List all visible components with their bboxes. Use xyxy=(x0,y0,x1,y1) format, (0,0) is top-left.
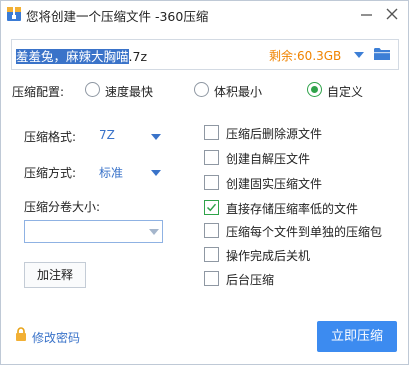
radio-circle-selected xyxy=(307,82,322,97)
archive-path-selected: 羞羞兔，麻辣大胸喵 xyxy=(16,49,129,64)
volume-size-input[interactable] xyxy=(24,220,163,243)
checkbox-background-label: 后台压缩 xyxy=(226,273,275,287)
checkbox-separate-archives-label: 压缩每个文件到单独的压缩包 xyxy=(226,225,383,239)
title-bar: 您将创建一个压缩文件 -360压缩 xyxy=(1,1,408,27)
method-label: 压缩方式: xyxy=(24,166,77,180)
change-password-link[interactable]: 修改密码 xyxy=(32,329,80,346)
radio-fastest-label: 速度最快 xyxy=(105,85,154,99)
compress-now-button[interactable]: 立即压缩 xyxy=(317,321,397,352)
checkbox-shutdown-label: 操作完成后关机 xyxy=(226,249,311,263)
checkbox-box xyxy=(204,175,219,190)
close-icon[interactable] xyxy=(383,5,401,23)
archive-path-extension: .7z xyxy=(128,49,148,64)
folder-icon[interactable] xyxy=(374,47,390,61)
radio-custom-label: 自定义 xyxy=(327,85,364,99)
volume-size-label: 压缩分卷大小: xyxy=(24,200,101,214)
format-select[interactable]: 7Z xyxy=(99,128,115,142)
checkbox-box xyxy=(204,247,219,262)
check-icon xyxy=(206,203,217,212)
radio-circle xyxy=(194,82,209,97)
checkbox-delete-source-label: 压缩后删除源文件 xyxy=(226,127,323,141)
radio-smallest-label: 体积最小 xyxy=(214,85,263,99)
add-comment-button[interactable]: 加注释 xyxy=(24,262,86,288)
compress-dialog: 您将创建一个压缩文件 -360压缩 羞羞兔，麻辣大胸喵.7z 剩余:60.3GB… xyxy=(0,0,409,365)
checkbox-solid-archive-label: 创建固实压缩文件 xyxy=(226,177,323,191)
checkbox-box xyxy=(204,150,219,165)
checkbox-box xyxy=(204,125,219,140)
format-label: 压缩格式: xyxy=(24,130,77,144)
checkbox-box-checked xyxy=(204,200,219,215)
checkbox-box xyxy=(204,271,219,286)
window-title: 您将创建一个压缩文件 -360压缩 xyxy=(26,9,209,24)
archive-path-text[interactable]: 羞羞兔，麻辣大胸喵.7z xyxy=(16,46,147,65)
checkbox-box xyxy=(204,223,219,238)
method-select[interactable]: 标准 xyxy=(99,164,123,181)
chevron-down-icon[interactable] xyxy=(354,52,364,58)
disk-remaining-label: 剩余:60.3GB xyxy=(269,49,342,63)
compress-config-label: 压缩配置: xyxy=(12,85,65,99)
archive-icon xyxy=(7,7,21,21)
radio-circle xyxy=(85,82,100,97)
format-dropdown-icon[interactable] xyxy=(151,134,161,140)
archive-path-field[interactable]: 羞羞兔，麻辣大胸喵.7z 剩余:60.3GB xyxy=(11,39,399,70)
method-dropdown-icon[interactable] xyxy=(151,170,161,176)
lock-icon xyxy=(16,327,26,341)
minimize-icon[interactable] xyxy=(358,5,376,23)
checkbox-store-low-ratio-label: 直接存储压缩率低的文件 xyxy=(226,202,359,216)
checkbox-self-extracting-label: 创建自解压文件 xyxy=(226,152,311,166)
volume-dropdown-icon[interactable] xyxy=(149,229,159,235)
